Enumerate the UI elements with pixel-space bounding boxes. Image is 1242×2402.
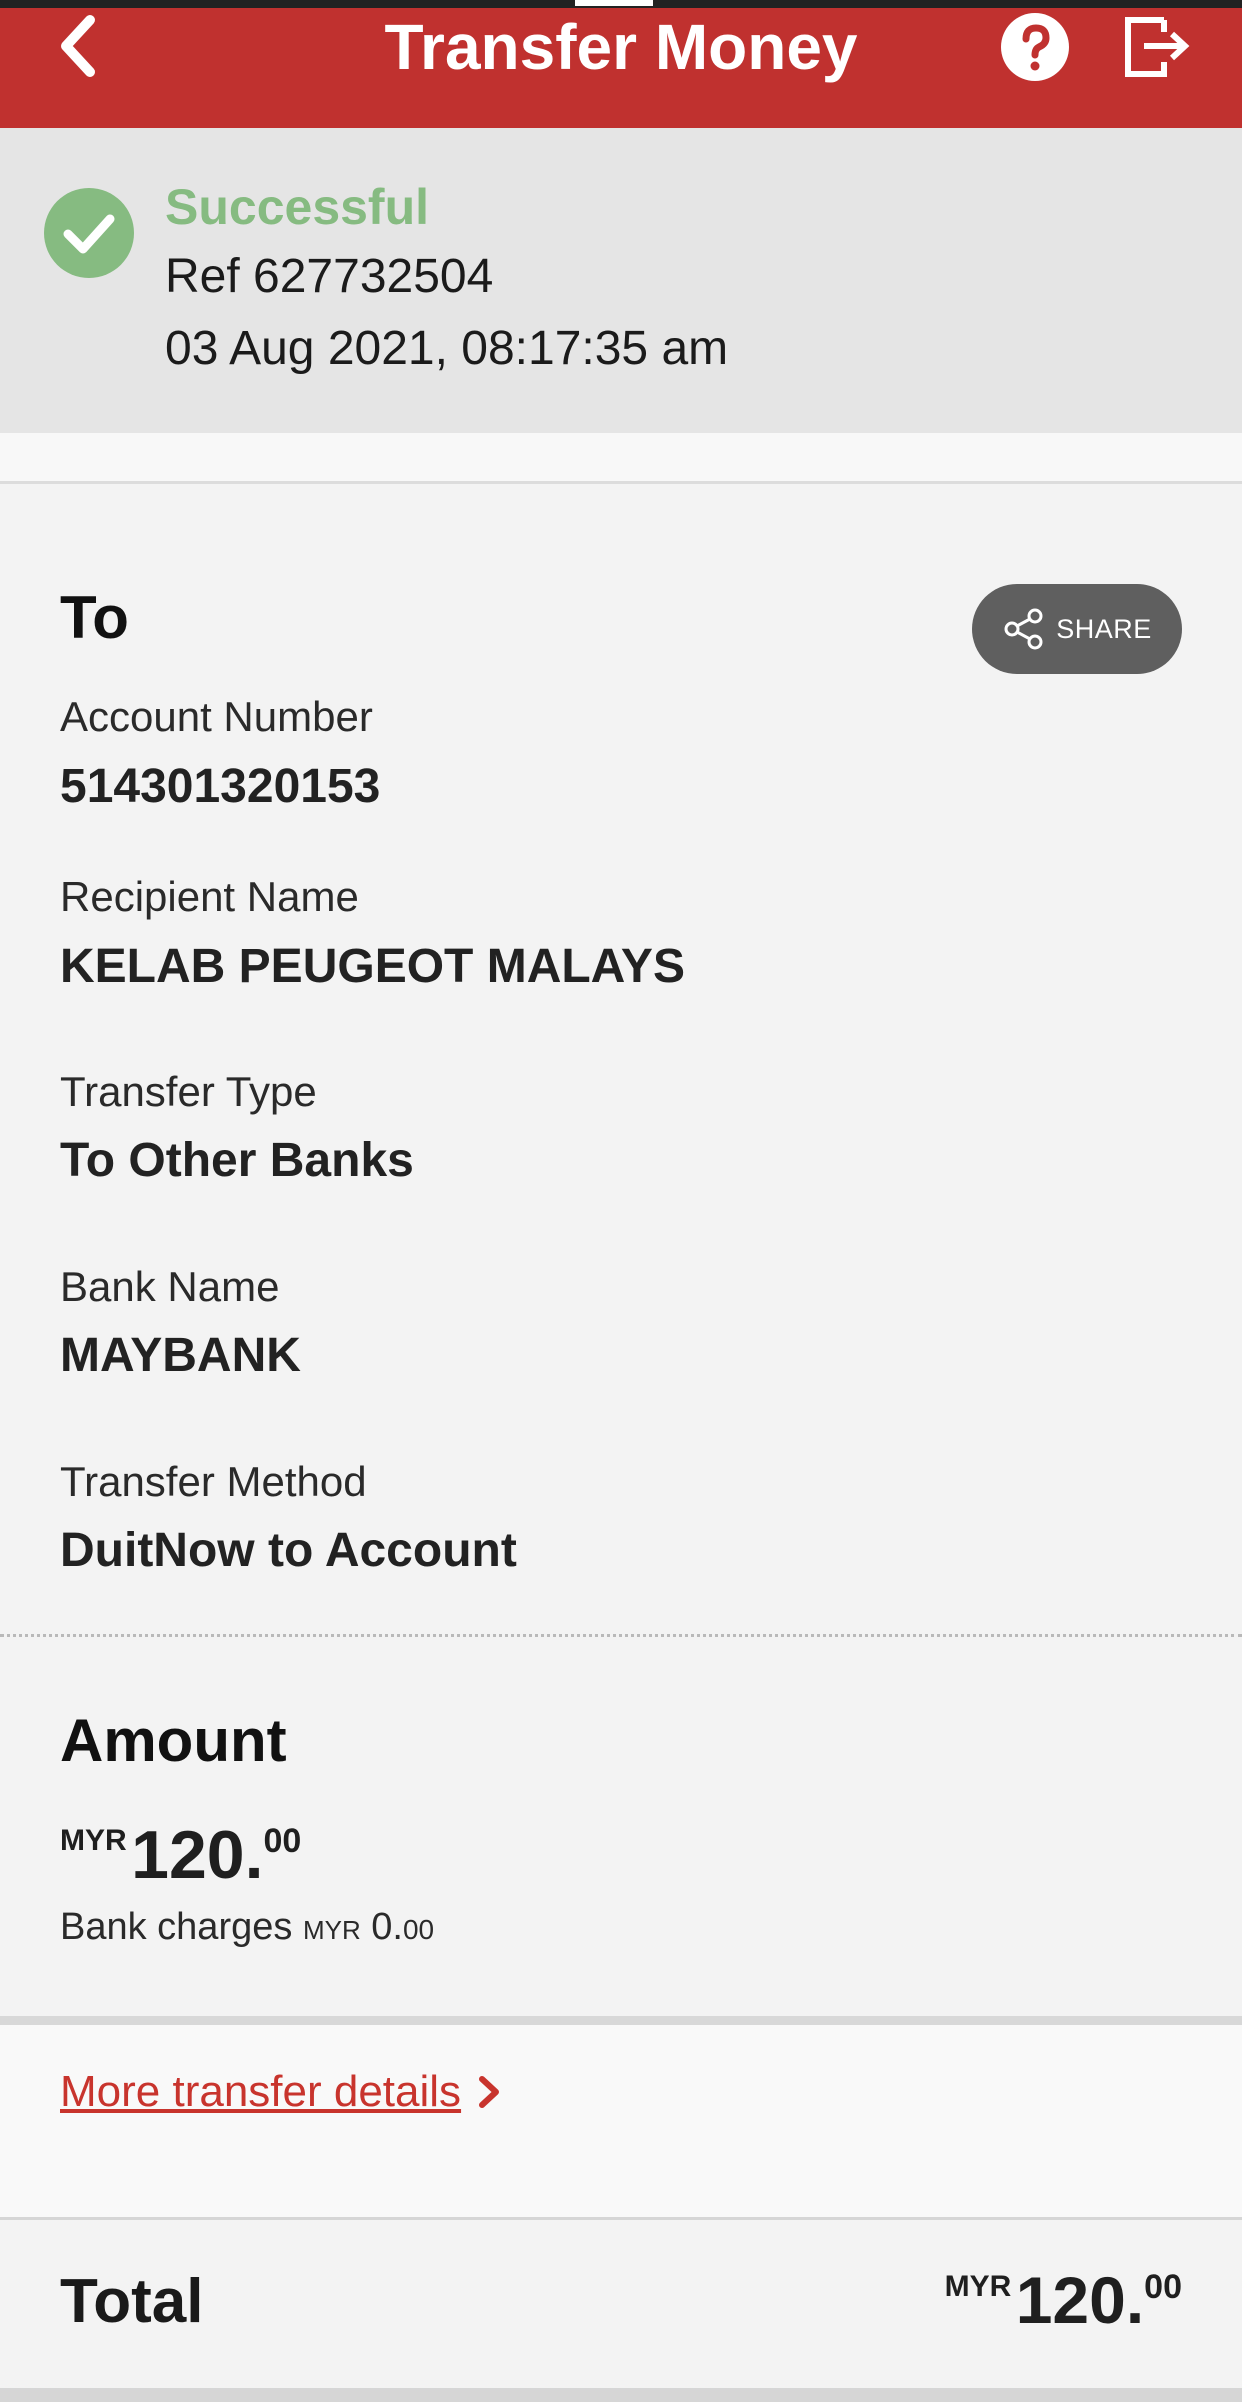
transfer-type-label: Transfer Type xyxy=(60,1068,317,1115)
transfer-datetime: 03 Aug 2021, 08:17:35 am xyxy=(165,322,729,375)
total-amount: MYR 120.00 xyxy=(945,2262,1182,2338)
total-integer: 120. xyxy=(1015,2263,1145,2337)
bank-charges-label: Bank charges xyxy=(60,1906,293,1948)
recipient-section-title: To xyxy=(60,584,129,651)
share-label: SHARE xyxy=(1056,613,1152,644)
amount-decimal: 00 xyxy=(263,1822,302,1860)
reference-number: Ref 627732504 xyxy=(165,250,494,303)
amount-value: MYR 120.00 xyxy=(60,1816,301,1896)
transfer-method-label: Transfer Method xyxy=(60,1458,367,1505)
bank-charges: Bank charges MYR 0.00 xyxy=(60,1906,434,1949)
bank-name-value: MAYBANK xyxy=(60,1329,301,1382)
total-label: Total xyxy=(60,2267,204,2336)
recipient-name-label: Recipient Name xyxy=(60,873,359,920)
amount-integer: 120. xyxy=(131,1817,264,1893)
share-icon xyxy=(1004,608,1043,650)
check-circle-icon xyxy=(44,188,134,278)
bottom-edge xyxy=(0,2388,1242,2402)
status-text: Successful xyxy=(165,179,430,235)
total-currency: MYR xyxy=(944,2270,1012,2303)
more-details-label: More transfer details xyxy=(60,2067,462,2116)
total-decimal: 00 xyxy=(1144,2268,1182,2306)
app-header: Transfer Money xyxy=(0,8,1242,128)
dotted-divider xyxy=(0,1634,1242,1637)
more-transfer-details-link[interactable]: More transfer details xyxy=(60,2067,503,2117)
status-bar-line xyxy=(0,0,1242,8)
account-number-label: Account Number xyxy=(60,693,373,740)
account-number-value: 514301320153 xyxy=(60,760,381,813)
logout-button[interactable] xyxy=(1122,10,1194,82)
help-button[interactable] xyxy=(1000,12,1070,82)
status-bar-notch xyxy=(575,0,653,6)
logout-icon xyxy=(1125,17,1190,77)
transfer-type-value: To Other Banks xyxy=(60,1134,414,1187)
bank-charges-integer: 0. xyxy=(371,1906,403,1948)
chevron-right-icon xyxy=(479,2076,500,2108)
recipient-name-value: KELAB PEUGEOT MALAYS xyxy=(60,940,685,993)
bank-charges-decimal: 00 xyxy=(402,1914,435,1945)
bank-charges-currency: MYR xyxy=(302,1915,361,1945)
transfer-status-panel: Successful Ref 627732504 03 Aug 2021, 08… xyxy=(0,128,1242,433)
amount-currency: MYR xyxy=(60,1824,127,1857)
bank-name-label: Bank Name xyxy=(60,1263,280,1310)
more-details-band: More transfer details xyxy=(0,2016,1242,2220)
share-button[interactable]: SHARE xyxy=(972,584,1182,674)
transfer-method-value: DuitNow to Account xyxy=(60,1524,517,1577)
help-icon xyxy=(1001,13,1069,81)
amount-section-title: Amount xyxy=(60,1707,287,1774)
section-divider xyxy=(0,433,1242,484)
